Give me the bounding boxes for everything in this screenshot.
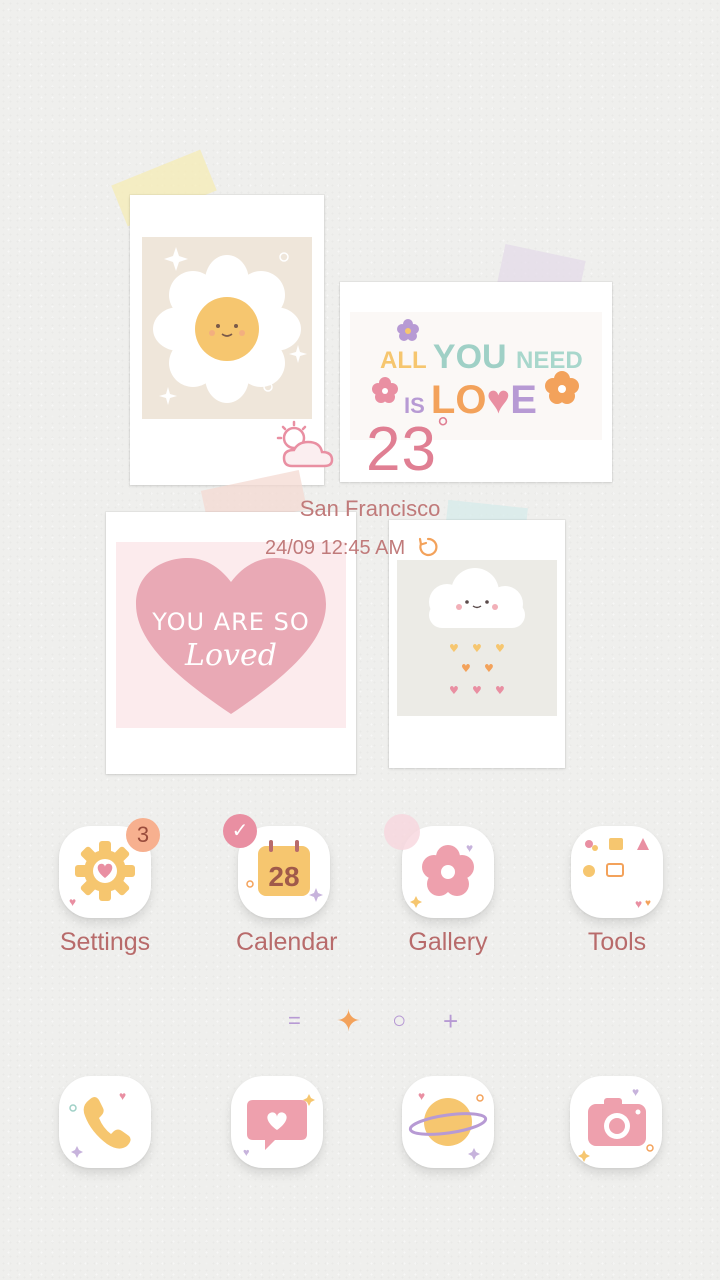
calendar-date: 28 (268, 861, 299, 892)
message-heart-icon: ♥ (243, 1094, 315, 1159)
svg-text:♥: ♥ (495, 642, 505, 655)
svg-text:♥: ♥ (495, 684, 505, 697)
selection-dot (384, 814, 420, 850)
svg-text:♥: ♥ (635, 897, 642, 911)
internet-tile[interactable]: ♥ (402, 1076, 494, 1168)
svg-text:♥: ♥ (472, 642, 482, 655)
svg-text:♥: ♥ (484, 662, 494, 675)
loved-line1: YOU ARE SO (152, 608, 310, 636)
page-indicator[interactable]: = ✦ ○ + (280, 1004, 480, 1039)
photo-widget-cloud[interactable]: ♥ ♥ ♥ ♥ ♥ ♥ ♥ ♥ (389, 520, 565, 768)
love-quote-line1: ALL YOU NEED (380, 338, 583, 376)
dock-camera[interactable]: ♥ (568, 1076, 664, 1168)
svg-text:♥: ♥ (449, 642, 459, 655)
messages-tile[interactable]: ♥ (231, 1076, 323, 1168)
svg-text:♥: ♥ (645, 898, 651, 909)
app-label-calendar: Calendar (236, 928, 338, 956)
svg-text:♥: ♥ (69, 895, 76, 909)
photo-widget-love-quote[interactable]: ALL YOU NEED IS LO♥E (340, 282, 612, 482)
app-label-gallery: Gallery (408, 928, 488, 956)
app-label-settings: Settings (59, 928, 151, 956)
app-settings[interactable]: ♥ 3 Settings (57, 818, 160, 957)
app-calendar[interactable]: 28 ✓ Calendar (223, 814, 338, 957)
love-quote-line2: IS LO♥E (404, 378, 537, 422)
page-indicator-home[interactable]: ✦ (336, 1004, 361, 1039)
svg-text:♥: ♥ (632, 1085, 639, 1099)
phone-tile[interactable]: ♥ (59, 1076, 151, 1168)
page-indicator-page[interactable]: ○ (392, 1007, 407, 1035)
svg-text:♥: ♥ (461, 662, 471, 675)
svg-text:♥: ♥ (472, 684, 482, 697)
daisy-illustration (142, 237, 312, 419)
page-indicator-menu[interactable]: = (288, 1008, 301, 1034)
app-gallery[interactable]: ♥ Gallery (384, 814, 496, 957)
loved-line2: Loved (185, 638, 277, 673)
app-label-tools: Tools (587, 928, 647, 956)
page-indicator-add[interactable]: + (443, 1006, 458, 1037)
camera-icon: ♥ (578, 1085, 654, 1162)
phone-icon: ♥ (69, 1089, 131, 1158)
app-tools[interactable]: ♥ ♥ Tools (569, 826, 665, 957)
camera-tile[interactable]: ♥ (570, 1076, 662, 1168)
svg-text:♥: ♥ (418, 1089, 425, 1103)
dock-internet[interactable]: ♥ (400, 1076, 496, 1168)
check-badge: ✓ (223, 814, 257, 848)
svg-text:♥: ♥ (466, 841, 473, 855)
svg-text:♥: ♥ (119, 1089, 126, 1103)
dock-messages[interactable]: ♥ (229, 1076, 325, 1168)
tools-folder-icon: ♥ ♥ (583, 838, 651, 911)
photo-widget-loved[interactable]: YOU ARE SO Loved (106, 512, 356, 774)
svg-text:♥: ♥ (243, 1147, 250, 1159)
svg-text:♥: ♥ (449, 684, 459, 697)
cloud-illustration: ♥ ♥ ♥ ♥ ♥ ♥ ♥ ♥ (397, 560, 557, 716)
planet-icon: ♥ (408, 1089, 488, 1160)
photo-widget-daisy[interactable] (130, 195, 324, 485)
notification-badge: 3 (126, 818, 160, 852)
dock-phone[interactable]: ♥ (57, 1076, 153, 1168)
tools-tile[interactable]: ♥ ♥ (571, 826, 663, 918)
